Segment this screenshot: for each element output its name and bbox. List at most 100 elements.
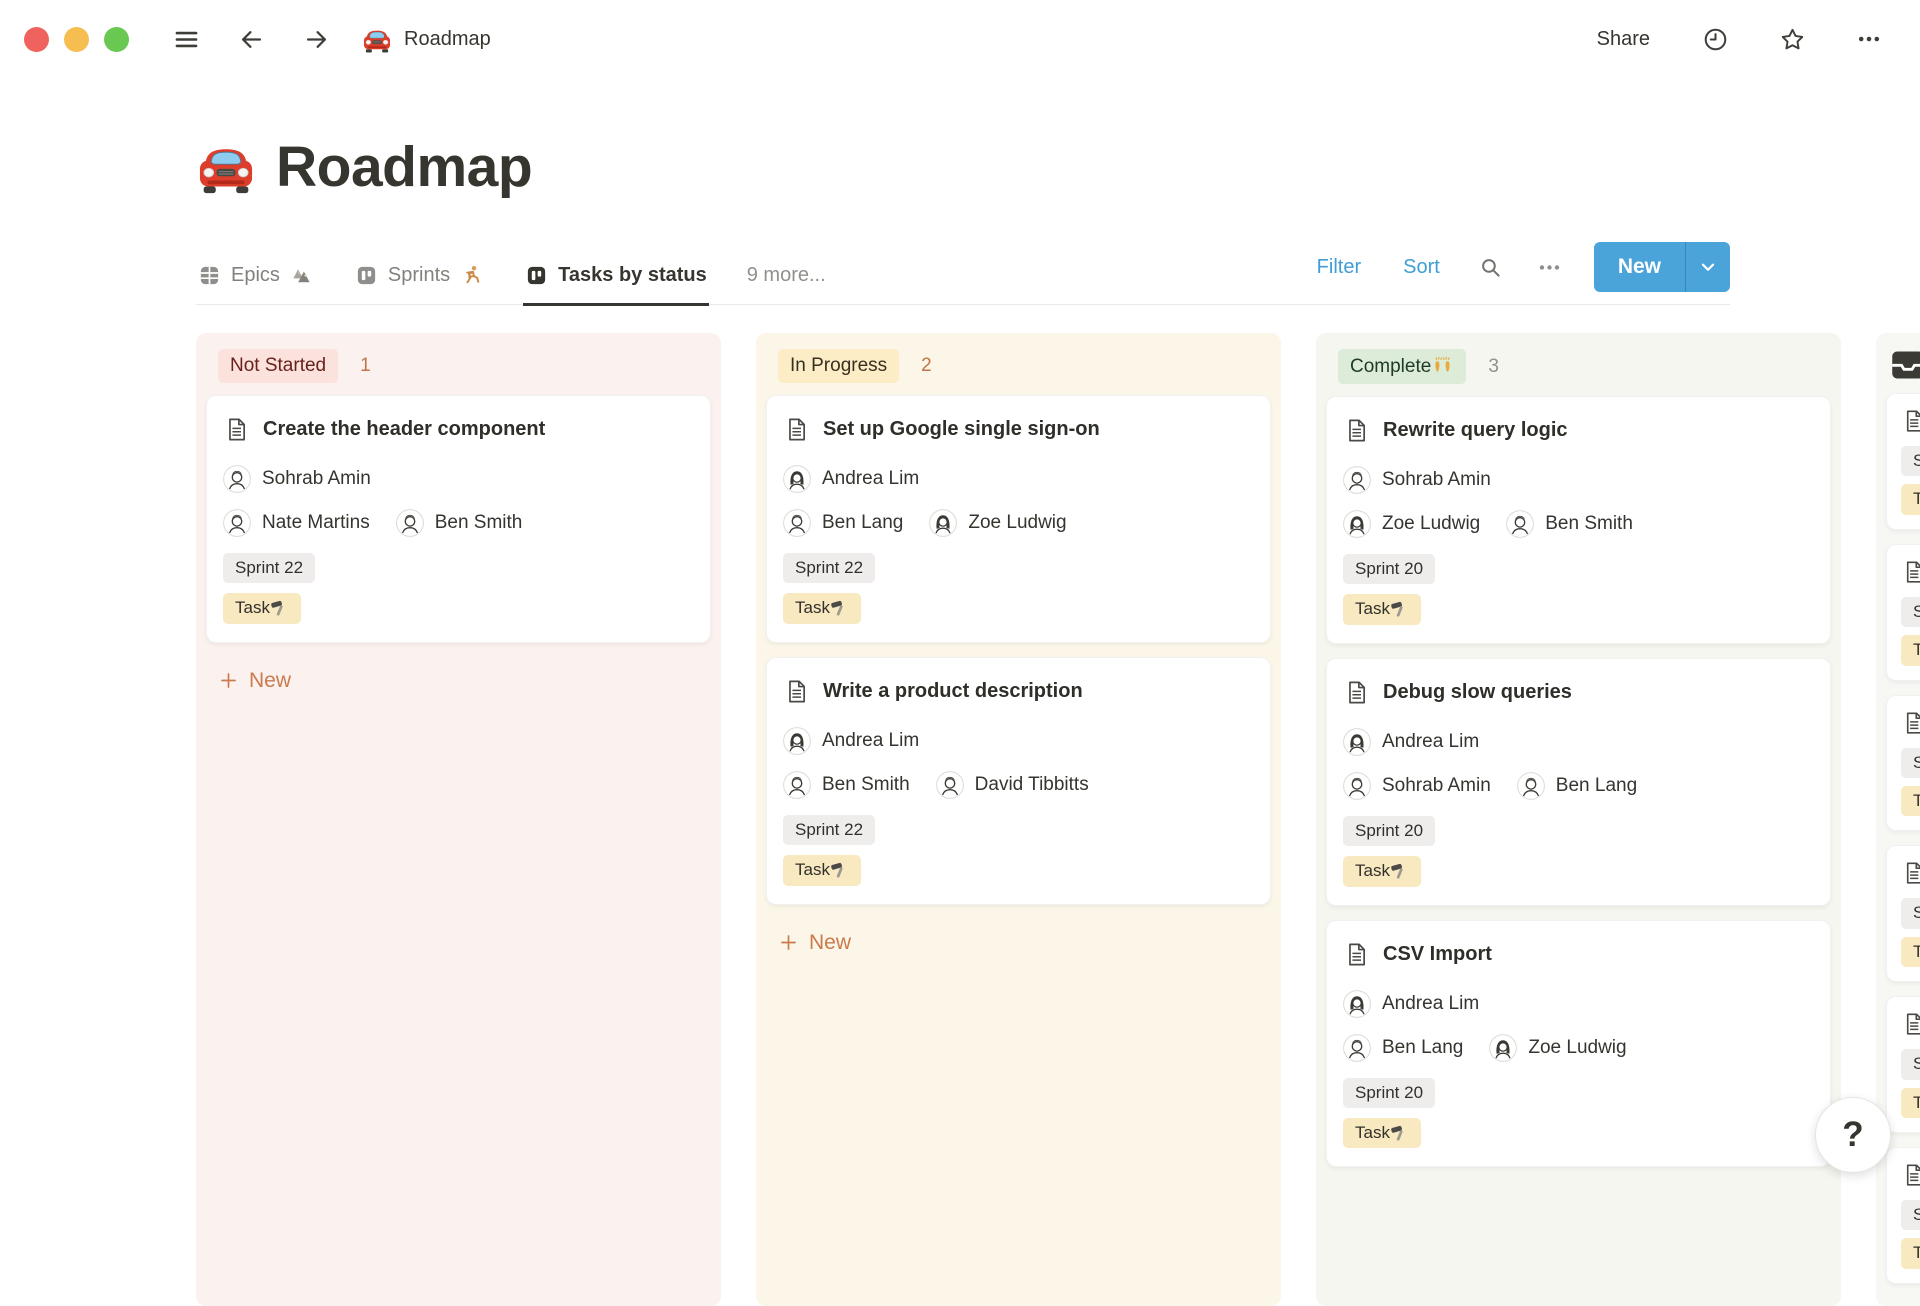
hammer-icon	[830, 861, 849, 880]
page-icon	[1901, 559, 1920, 585]
assignee: Sohrab Amin	[1343, 772, 1491, 800]
task-tag: Task	[1901, 937, 1920, 967]
page-title[interactable]: Roadmap	[276, 134, 532, 200]
star-icon	[1779, 26, 1806, 53]
task-tag: Task	[223, 593, 301, 623]
more-options-button[interactable]	[1852, 22, 1886, 56]
new-button-group: New	[1594, 242, 1730, 292]
task-card[interactable]: Debug slow queries Andrea Lim Sohrab Ami…	[1326, 658, 1831, 906]
raised-hands-emoji-icon	[1431, 355, 1454, 378]
task-card[interactable]: Sprint Task	[1886, 393, 1920, 530]
tray-icon	[1888, 347, 1920, 383]
tab-tasks-by-status[interactable]: Tasks by status	[523, 264, 709, 306]
group-count: 1	[360, 355, 371, 377]
view-options-button[interactable]	[1535, 253, 1564, 282]
chevron-down-icon	[1697, 256, 1719, 278]
task-card[interactable]: Create the header component Sohrab Amin …	[206, 395, 711, 643]
view-tabbar: Epics Sprints Tasks by status 9 more... …	[196, 250, 1730, 305]
task-card[interactable]: Sprint Task	[1886, 845, 1920, 982]
zoom-window-button[interactable]	[104, 27, 129, 52]
sprint-tag: Sprint 22	[783, 815, 875, 845]
forward-button[interactable]	[299, 22, 334, 57]
assignee: Zoe Ludwig	[1489, 1034, 1626, 1062]
assignee: Ben Lang	[783, 509, 903, 537]
card-title: Rewrite query logic	[1383, 417, 1568, 443]
breadcrumb[interactable]: Roadmap	[362, 26, 491, 53]
avatar	[1506, 510, 1534, 538]
new-button[interactable]: New	[1594, 242, 1685, 292]
board-column-complete: Complete 3 Rewrite query logic Sohrab Am…	[1316, 333, 1841, 1306]
tab-sprints[interactable]: Sprints	[353, 264, 485, 306]
task-tag: Task	[1901, 1238, 1920, 1268]
avatar	[783, 509, 811, 537]
page-icon	[1901, 710, 1920, 736]
hammer-icon	[1390, 862, 1409, 881]
task-card[interactable]: Sprint Task	[1886, 695, 1920, 832]
new-dropdown-button[interactable]	[1686, 242, 1730, 292]
page-icon	[223, 416, 250, 443]
page-icon	[1901, 860, 1920, 886]
search-icon	[1478, 255, 1503, 280]
sidebar-menu-button[interactable]	[169, 22, 204, 57]
group-badge[interactable]: In Progress	[778, 349, 899, 383]
task-card[interactable]: CSV Import Andrea Lim Ben Lang Zoe Ludwi…	[1326, 920, 1831, 1168]
group-count: 3	[1488, 356, 1499, 378]
avatar	[1489, 1034, 1517, 1062]
avatar	[783, 771, 811, 799]
page-icon	[1343, 941, 1370, 968]
hamburger-icon	[173, 26, 200, 53]
page-header: Roadmap	[196, 134, 1920, 200]
add-card-button[interactable]: New	[764, 919, 1273, 967]
sprint-tag: Sprint 20	[1343, 554, 1435, 584]
card-title: Create the header component	[263, 416, 545, 442]
sprint-tag: Sprint 22	[223, 553, 315, 583]
tab-epics[interactable]: Epics	[196, 264, 315, 306]
avatar	[223, 465, 251, 493]
task-tag: Task	[1343, 1118, 1421, 1148]
board-icon	[525, 264, 548, 287]
help-button[interactable]: ?	[1815, 1097, 1891, 1173]
minimize-window-button[interactable]	[64, 27, 89, 52]
traffic-lights	[24, 27, 129, 52]
task-card[interactable]: Sprint Task	[1886, 1147, 1920, 1284]
sort-button[interactable]: Sort	[1397, 255, 1446, 280]
hammer-icon	[830, 599, 849, 618]
add-card-button[interactable]: New	[204, 657, 713, 705]
task-card[interactable]: Set up Google single sign-on Andrea Lim …	[766, 395, 1271, 643]
clock-icon	[1702, 26, 1729, 53]
avatar	[1517, 772, 1545, 800]
breadcrumb-label: Roadmap	[404, 28, 491, 51]
task-card[interactable]: Write a product description Andrea Lim B…	[766, 657, 1271, 905]
plus-icon	[778, 932, 799, 953]
group-badge[interactable]: Complete	[1338, 349, 1466, 384]
search-button[interactable]	[1476, 253, 1505, 282]
task-card[interactable]: Sprint Task	[1886, 544, 1920, 681]
page-icon	[1901, 408, 1920, 434]
tabs-overflow-button[interactable]: 9 more...	[747, 264, 826, 304]
task-tag: Task	[1343, 594, 1421, 624]
avatar	[396, 509, 424, 537]
assignee: Andrea Lim	[783, 465, 919, 493]
close-window-button[interactable]	[24, 27, 49, 52]
card-title: Debug slow queries	[1383, 679, 1572, 705]
car-icon	[362, 26, 392, 53]
sprint-tag: Sprint	[1901, 597, 1920, 627]
group-badge[interactable]: Not Started	[218, 349, 338, 383]
sprint-tag: Sprint	[1901, 898, 1920, 928]
updates-button[interactable]	[1698, 22, 1733, 57]
card-title: Write a product description	[823, 678, 1083, 704]
avatar	[783, 465, 811, 493]
avatar	[1343, 772, 1371, 800]
page-icon	[783, 678, 810, 705]
filter-button[interactable]: Filter	[1311, 255, 1367, 280]
task-card[interactable]: Sprint Task	[1886, 996, 1920, 1133]
page-icon	[783, 416, 810, 443]
page-icon	[1343, 679, 1370, 706]
task-card[interactable]: Rewrite query logic Sohrab Amin Zoe Ludw…	[1326, 396, 1831, 644]
sprint-tag: Sprint	[1901, 446, 1920, 476]
column-header	[1884, 341, 1920, 393]
share-button[interactable]: Share	[1591, 27, 1656, 52]
back-button[interactable]	[234, 22, 269, 57]
assignee: Andrea Lim	[1343, 728, 1479, 756]
favorite-button[interactable]	[1775, 22, 1810, 57]
